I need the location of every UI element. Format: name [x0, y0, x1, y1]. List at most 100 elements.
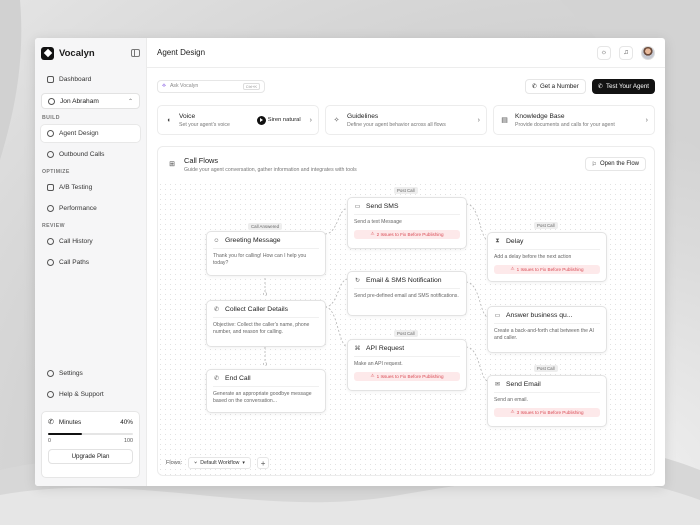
minutes-progress-bar — [48, 433, 133, 435]
path-icon — [47, 259, 54, 266]
page-title: Agent Design — [157, 48, 206, 57]
mic-icon: ◖ — [166, 116, 171, 124]
sidebar-item-performance[interactable]: Performance — [41, 200, 140, 217]
node-greeting-message[interactable]: ☺ Greeting Message Thank you for calling!… — [206, 231, 326, 276]
call-flows-title: Call Flows — [184, 155, 219, 165]
warning-icon: ⚠ — [370, 231, 375, 237]
user-icon — [48, 97, 55, 105]
message-icon: ▭ — [354, 204, 361, 210]
node-tag-post-call: Post Call — [394, 330, 418, 337]
minutes-progress-fill — [48, 433, 82, 435]
issues-warning[interactable]: ⚠ 2 Issues to Fix Before Publishing — [354, 229, 460, 239]
caret-down-icon: ▾ — [242, 460, 246, 466]
node-description: Add a delay before the next action — [494, 249, 600, 261]
workflow-select[interactable]: ⑂ Default Workflow ▾ — [188, 457, 252, 469]
toolbar: ⟡ Ask Vocalyn Ctrl+K ✆ Get a Number ✆ Te… — [157, 78, 655, 94]
card-title: Voice — [179, 112, 196, 120]
workflow-icon: ⑂ — [194, 460, 198, 466]
issues-warning[interactable]: ⚠ 3 Issues to Fix Before Publishing — [494, 407, 600, 417]
node-title: Email & SMS Notification — [366, 277, 442, 284]
chevron-right-icon: › — [645, 116, 648, 124]
mail-icon: ✉ — [494, 382, 501, 388]
sidebar-item-help[interactable]: Help & Support — [41, 386, 140, 403]
book-icon: ▤ — [501, 117, 508, 124]
ask-input[interactable]: ⟡ Ask Vocalyn Ctrl+K — [157, 79, 265, 93]
test-agent-button[interactable]: ✆ Test Your Agent — [591, 78, 655, 94]
node-title: End Call — [225, 375, 251, 382]
phone-plus-icon: ✆ — [531, 82, 537, 90]
minutes-min: 0 — [48, 438, 51, 444]
knowledge-base-card[interactable]: ▤ Knowledge Base Provide documents and c… — [493, 105, 655, 135]
node-title: Answer business qu... — [506, 312, 573, 319]
issues-warning[interactable]: ⚠ 1 Issues to Fix Before Publishing — [354, 371, 460, 381]
grid-icon — [47, 76, 54, 83]
gear-icon — [47, 370, 54, 377]
node-description: Make an API request. — [354, 356, 460, 368]
user-select[interactable]: Jon Abraham ⌃ — [41, 93, 140, 109]
node-title: API Request — [366, 345, 405, 352]
warning-text: 1 Issues to Fix Before Publishing — [516, 266, 584, 272]
sidebar: Vocalyn Dashboard Jon Abraham ⌃ BUILD Ag… — [35, 38, 147, 486]
theme-toggle-icon[interactable]: ☼ — [597, 45, 611, 60]
shortcut-hint: Ctrl+K — [242, 82, 260, 90]
section-label-review: REVIEW — [42, 223, 65, 229]
section-label-optimize: OPTIMIZE — [42, 169, 70, 175]
node-collect-caller-details[interactable]: ✆ Collect Caller Details Objective: Colle… — [206, 300, 326, 347]
node-tag-post-call: Post Call — [394, 187, 418, 194]
sparkle-icon: ⟡ — [162, 82, 166, 89]
sidebar-item-outbound-calls[interactable]: Outbound Calls — [41, 146, 140, 163]
voice-card[interactable]: ◖ Voice Set your agent's voice Siren nat… — [157, 105, 319, 135]
warning-text: 2 Issues to Fix Before Publishing — [376, 231, 444, 237]
sidebar-item-label: Performance — [59, 205, 97, 212]
node-send-sms[interactable]: ▭ Send SMS Send a text Message ⚠ 2 Issues … — [347, 197, 467, 249]
play-icon — [256, 115, 266, 125]
sidebar-item-agent-design[interactable]: Agent Design — [41, 125, 140, 142]
node-email-sms-notification[interactable]: ↻ Email & SMS Notification Send pre-defin… — [347, 271, 467, 316]
node-send-email[interactable]: ✉ Send Email Send an email. ⚠ 3 Issues to … — [487, 375, 607, 427]
test-agent-label: Test Your Agent — [605, 82, 649, 90]
bell-icon[interactable]: ♫ — [619, 45, 633, 60]
app-window: Vocalyn Dashboard Jon Abraham ⌃ BUILD Ag… — [35, 38, 665, 486]
refresh-icon: ↻ — [354, 278, 361, 284]
history-icon — [47, 238, 54, 245]
minutes-max: 100 — [124, 438, 133, 444]
sidebar-item-ab-testing[interactable]: A/B Testing — [41, 179, 140, 196]
node-end-call[interactable]: ✆ End Call Generate an appropriate goodby… — [206, 369, 326, 413]
minutes-label: Minutes — [58, 418, 82, 426]
sidebar-item-call-history[interactable]: Call History — [41, 233, 140, 250]
sidebar-item-dashboard[interactable]: Dashboard — [41, 71, 140, 88]
brand: Vocalyn — [41, 45, 140, 61]
upgrade-plan-button[interactable]: Upgrade Plan — [48, 449, 133, 464]
node-title: Send SMS — [366, 203, 399, 210]
voice-preview[interactable]: Siren natural — [256, 115, 301, 125]
node-description: Send a text Message — [354, 214, 460, 226]
sidebar-item-settings[interactable]: Settings — [41, 365, 140, 382]
code-icon: ⌘ — [354, 346, 361, 352]
target-icon — [47, 130, 54, 137]
get-number-button[interactable]: ✆ Get a Number — [524, 78, 586, 94]
sidebar-item-call-paths[interactable]: Call Paths — [41, 254, 140, 271]
issues-warning[interactable]: ⚠ 1 Issues to Fix Before Publishing — [494, 264, 600, 274]
add-flow-button[interactable]: + — [257, 457, 270, 469]
guidelines-card[interactable]: ✧ Guidelines Define your agent behavior … — [325, 105, 487, 135]
smile-icon: ☺ — [213, 237, 220, 244]
sidebar-item-label: Help & Support — [59, 391, 104, 398]
avatar[interactable] — [641, 45, 655, 60]
get-number-label: Get a Number — [539, 82, 579, 90]
split-icon — [47, 184, 54, 191]
node-delay[interactable]: ⧗ Delay Add a delay before the next actio… — [487, 232, 607, 282]
open-flow-button[interactable]: ⚐ Open the Flow — [584, 157, 646, 171]
phone-icon: ✆ — [597, 82, 603, 90]
warning-text: 3 Issues to Fix Before Publishing — [516, 409, 584, 415]
open-flow-label: Open the Flow — [599, 161, 639, 167]
node-tag-post-call: Post Call — [534, 365, 558, 372]
hourglass-icon: ⧗ — [495, 238, 500, 244]
sidebar-collapse-icon[interactable] — [131, 49, 140, 57]
card-subtitle: Define your agent behavior across all fl… — [347, 121, 446, 128]
user-name: Jon Abraham — [60, 97, 99, 105]
chat-icon: ▭ — [494, 313, 501, 319]
node-description: Generate an appropriate goodbye message … — [213, 386, 319, 405]
node-answer-business-questions[interactable]: ▭ Answer business qu... Create a back-and… — [487, 306, 607, 353]
sidebar-item-label: Call Paths — [59, 259, 90, 266]
node-api-request[interactable]: ⌘ API Request Make an API request. ⚠ 1 Iss… — [347, 339, 467, 391]
